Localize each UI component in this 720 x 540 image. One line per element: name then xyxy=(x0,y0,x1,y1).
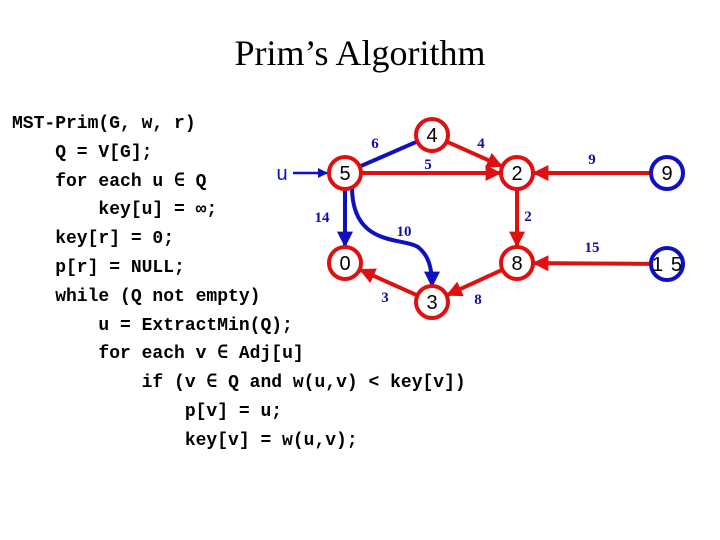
edge-5-4 xyxy=(358,139,418,169)
graph-node: 0 xyxy=(327,245,363,281)
edge-weight-label: 9 xyxy=(588,152,596,168)
edge-4-2 xyxy=(445,139,503,168)
graph-diagram: 6 4 5 14 10 2 3 8 9 15 4 5 2 0 8 3 9 15 u xyxy=(276,117,685,320)
node-key-label: 9 xyxy=(661,163,672,185)
graph-node: 4 xyxy=(414,117,450,153)
graph-node: 5 xyxy=(327,155,363,191)
node-key-label: 5 xyxy=(339,163,350,185)
edge-weight-label: 14 xyxy=(315,210,331,226)
node-key-label: 2 xyxy=(511,163,522,185)
edge-weight-label: 8 xyxy=(474,292,482,308)
edge-weight-label: 2 xyxy=(524,209,532,225)
edge-weight-label: 5 xyxy=(424,157,432,173)
u-pointer: u xyxy=(276,164,328,187)
node-key-label: 8 xyxy=(511,253,522,275)
graph-node: 2 xyxy=(499,155,535,191)
edge-3-0 xyxy=(359,268,419,298)
edge-weight-label: 4 xyxy=(477,136,485,152)
edge-15-8 xyxy=(532,255,652,272)
graph-node: 8 xyxy=(499,245,535,281)
u-pointer-label: u xyxy=(276,164,288,187)
node-key-label: 4 xyxy=(426,125,437,147)
graph-node: 9 xyxy=(649,155,685,191)
graph-node: 3 xyxy=(414,284,450,320)
node-key-label: 0 xyxy=(339,253,350,275)
edge-weight-label: 10 xyxy=(397,224,412,240)
graph-node: 15 xyxy=(649,246,685,282)
edge-weight-label: 6 xyxy=(371,136,379,152)
edge-weight-label: 3 xyxy=(381,290,389,306)
node-key-label: 3 xyxy=(426,292,437,314)
edge-weight-label: 15 xyxy=(585,240,600,256)
